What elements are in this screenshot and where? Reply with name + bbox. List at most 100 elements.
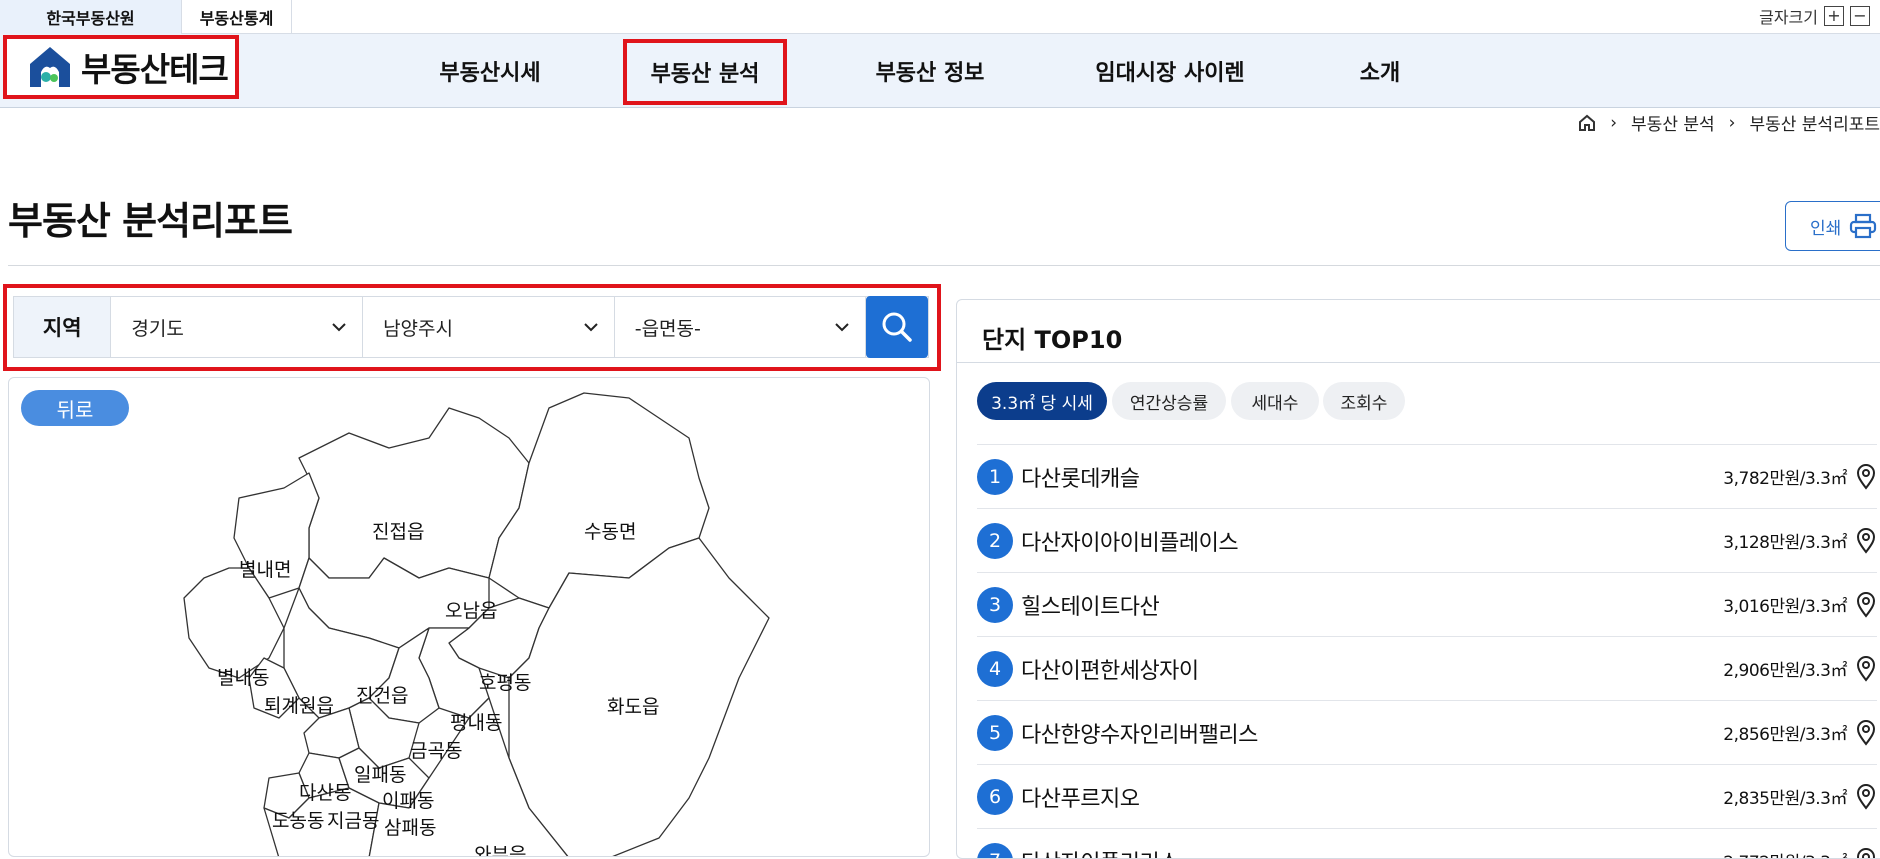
filter-views[interactable]: 조회수 <box>1323 382 1405 420</box>
nav-info[interactable]: 부동산 정보 <box>850 34 1010 108</box>
chevron-down-icon <box>584 322 598 332</box>
list-item[interactable]: 2 다산자이아이비플레이스 3,128만원/3.3㎡ <box>977 508 1877 572</box>
location-pin-icon[interactable] <box>1855 848 1877 859</box>
title-divider <box>8 265 1880 266</box>
list-item[interactable]: 1 다산롯데캐슬 3,782만원/3.3㎡ <box>977 444 1877 508</box>
nav-analysis[interactable]: 부동산 분석 <box>623 39 787 105</box>
breadcrumb-current: 부동산 분석리포트 <box>1749 110 1880 135</box>
complex-name: 다산한양수자인리버팰리스 <box>1021 717 1723 749</box>
location-pin-icon[interactable] <box>1855 656 1877 682</box>
home-icon[interactable] <box>1578 114 1596 132</box>
list-item[interactable]: 4 다산이편한세상자이 2,906만원/3.3㎡ <box>977 636 1877 700</box>
font-size-control: 글자크기 + − <box>1759 4 1870 28</box>
complex-price: 3,128만원/3.3㎡ <box>1723 528 1847 553</box>
house-logo-icon <box>27 44 73 90</box>
chevron-right-icon: › <box>1729 113 1736 133</box>
location-pin-icon[interactable] <box>1855 784 1877 810</box>
map-region-label[interactable]: 평내동 <box>450 708 502 735</box>
complex-name: 다산이편한세상자이 <box>1021 653 1723 685</box>
main-header: 부동산테크 부동산시세 부동산 분석 부동산 정보 임대시장 사이렌 소개 <box>0 34 1880 108</box>
rank-badge: 6 <box>977 779 1013 815</box>
rank-badge: 3 <box>977 587 1013 623</box>
town-value: -읍면동- <box>635 314 701 341</box>
logo-text: 부동산테크 <box>81 43 228 91</box>
search-icon <box>881 311 913 343</box>
back-button[interactable]: 뒤로 <box>21 390 129 426</box>
printer-icon <box>1849 213 1877 239</box>
nav-market-price[interactable]: 부동산시세 <box>410 34 570 108</box>
top-bar: 한국부동산원 부동산통계 글자크기 + − <box>0 0 1880 34</box>
complex-name: 다산롯데캐슬 <box>1021 461 1723 493</box>
location-pin-icon[interactable] <box>1855 720 1877 746</box>
town-select[interactable]: -읍면동- <box>615 297 867 357</box>
tab-statistics[interactable]: 부동산통계 <box>182 0 292 34</box>
map-region-label[interactable]: 별내동 <box>217 663 269 690</box>
map-region-label[interactable]: 금곡동 <box>410 736 462 763</box>
complex-price: 2,906만원/3.3㎡ <box>1723 656 1847 681</box>
map-region-label[interactable]: 와부읍 <box>474 840 526 857</box>
list-item[interactable]: 7 다산자이폴리리스 2,772만원/3.3㎡ <box>977 828 1877 859</box>
region-search-bar: 지역 경기도 남양주시 -읍면동- <box>3 284 941 371</box>
province-value: 경기도 <box>131 314 183 341</box>
chevron-right-icon: › <box>1610 113 1617 133</box>
complex-name: 다산자이아이비플레이스 <box>1021 525 1723 557</box>
font-size-label: 글자크기 <box>1759 4 1818 28</box>
top10-title: 단지 TOP10 <box>982 320 1122 355</box>
rank-badge: 4 <box>977 651 1013 687</box>
complex-price: 2,835만원/3.3㎡ <box>1723 784 1847 809</box>
list-item[interactable]: 6 다산푸르지오 2,835만원/3.3㎡ <box>977 764 1877 828</box>
filter-households[interactable]: 세대수 <box>1231 382 1319 420</box>
map-region-label[interactable]: 진건읍 <box>356 681 408 708</box>
rank-badge: 5 <box>977 715 1013 751</box>
nav-about[interactable]: 소개 <box>1330 34 1430 108</box>
rank-badge: 1 <box>977 459 1013 495</box>
province-select[interactable]: 경기도 <box>111 297 363 357</box>
map-region-label[interactable]: 도농동 <box>272 806 324 833</box>
filter-annual-growth[interactable]: 연간상승률 <box>1112 382 1226 420</box>
complex-price: 2,856만원/3.3㎡ <box>1723 720 1847 745</box>
map-region-label[interactable]: 오남읍 <box>445 596 497 623</box>
location-pin-icon[interactable] <box>1855 528 1877 554</box>
breadcrumb: › 부동산 분석 › 부동산 분석리포트 <box>1578 110 1880 135</box>
map-region-label[interactable]: 진접읍 <box>372 517 424 544</box>
rank-badge: 2 <box>977 523 1013 559</box>
map-region-label[interactable]: 지금동 <box>327 806 379 833</box>
region-label: 지역 <box>14 297 111 357</box>
top10-panel: 단지 TOP10 3.3㎡ 당 시세 연간상승률 세대수 조회수 1 다산롯데캐… <box>956 299 1880 859</box>
complex-price: 2,772만원/3.3㎡ <box>1723 848 1847 859</box>
map-region-label[interactable]: 화도읍 <box>607 692 659 719</box>
tab-reb[interactable]: 한국부동산원 <box>0 0 182 34</box>
list-item[interactable]: 3 힐스테이트다산 3,016만원/3.3㎡ <box>977 572 1877 636</box>
map-region-label[interactable]: 다산동 <box>299 778 351 805</box>
breadcrumb-item[interactable]: 부동산 분석 <box>1631 110 1715 135</box>
chevron-down-icon <box>835 322 849 332</box>
region-map: 뒤로 진접읍 수동면 별내면 오남읍 별내동 진건읍 호평동 퇴계원읍 평내동 … <box>8 377 930 857</box>
search-button[interactable] <box>866 296 928 358</box>
map-region-label[interactable]: 호평동 <box>479 668 531 695</box>
filter-price-per-area[interactable]: 3.3㎡ 당 시세 <box>977 382 1107 420</box>
complex-price: 3,016만원/3.3㎡ <box>1723 592 1847 617</box>
city-value: 남양주시 <box>383 314 453 341</box>
site-logo[interactable]: 부동산테크 <box>3 35 239 99</box>
location-pin-icon[interactable] <box>1855 592 1877 618</box>
map-region-label[interactable]: 삼패동 <box>384 813 436 840</box>
print-label: 인쇄 <box>1810 214 1841 239</box>
nav-rental-siren[interactable]: 임대시장 사이렌 <box>1070 34 1270 108</box>
city-select[interactable]: 남양주시 <box>363 297 615 357</box>
map-region-label[interactable]: 퇴계원읍 <box>264 691 334 718</box>
print-button[interactable]: 인쇄 <box>1785 201 1880 251</box>
map-region-label[interactable]: 이패동 <box>382 786 434 813</box>
map-region-label[interactable]: 별내면 <box>239 555 291 582</box>
chevron-down-icon <box>332 322 346 332</box>
list-item[interactable]: 5 다산한양수자인리버팰리스 2,856만원/3.3㎡ <box>977 700 1877 764</box>
location-pin-icon[interactable] <box>1855 464 1877 490</box>
page-title: 부동산 분석리포트 <box>8 190 292 245</box>
rank-badge: 7 <box>977 843 1013 859</box>
complex-name: 다산푸르지오 <box>1021 781 1723 813</box>
font-increase-icon[interactable]: + <box>1824 6 1844 26</box>
map-region-label[interactable]: 일패동 <box>354 760 406 787</box>
map-region-label[interactable]: 수동면 <box>584 517 636 544</box>
complex-price: 3,782만원/3.3㎡ <box>1723 464 1847 489</box>
font-decrease-icon[interactable]: − <box>1850 6 1870 26</box>
complex-name: 힐스테이트다산 <box>1021 589 1723 621</box>
